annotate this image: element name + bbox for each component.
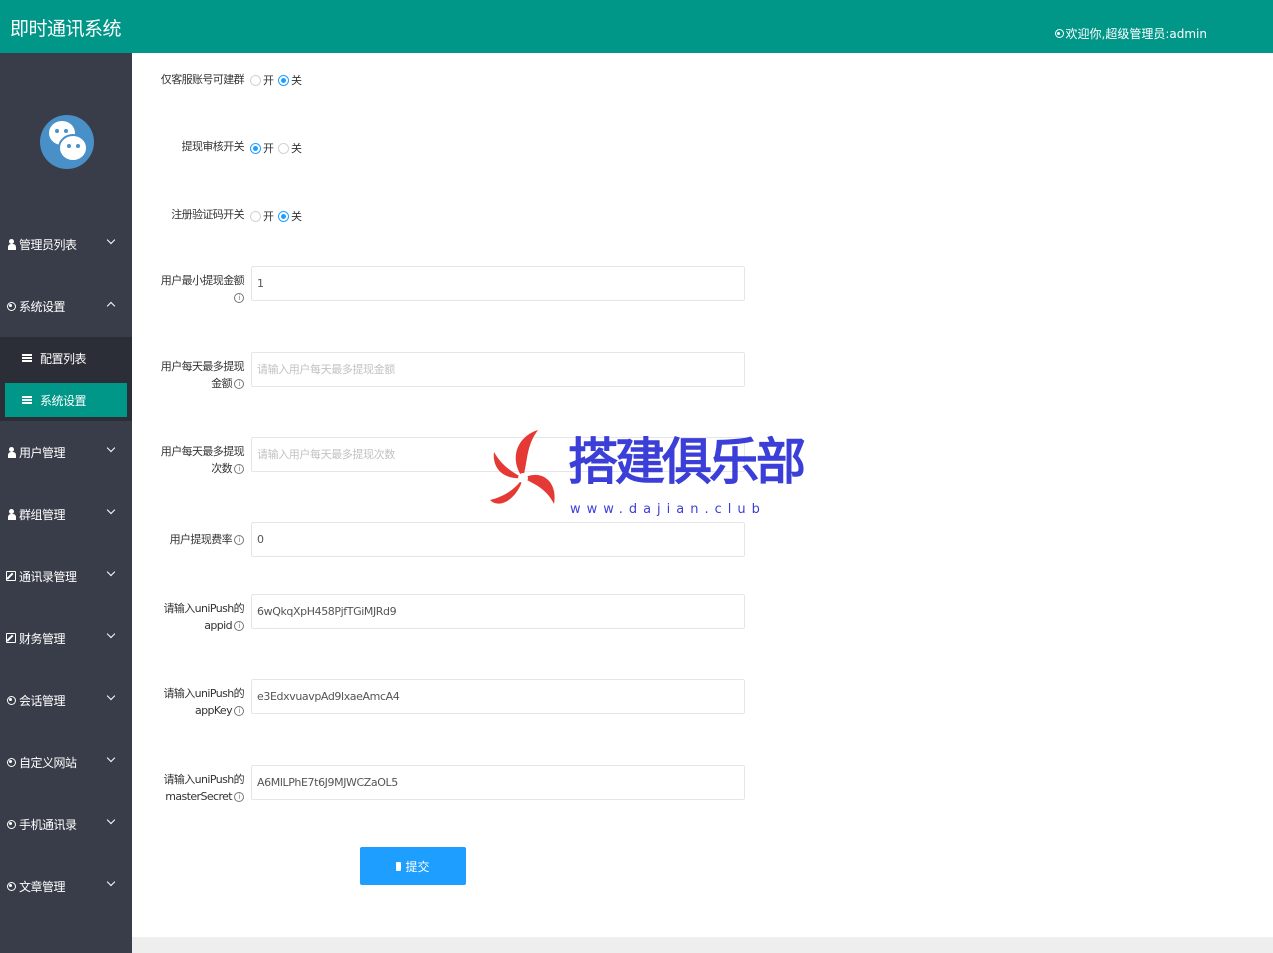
form-label: 用户每天最多提现次数 i — [160, 445, 245, 475]
edit-icon — [6, 633, 16, 643]
radio-off[interactable]: 关 — [278, 72, 302, 88]
sidebar-item-label: 财务管理 — [19, 631, 66, 646]
sidebar-item-label: 管理员列表 — [19, 237, 77, 252]
sidebar-item-label: 文章管理 — [19, 879, 66, 894]
app-title: 即时通讯系统 — [10, 18, 122, 40]
sidebar-subitem-label: 系统设置 — [40, 393, 87, 408]
sidebar-item-article-management[interactable]: 文章管理 — [0, 866, 132, 906]
radio-group: 开 关 — [250, 208, 306, 224]
unipush-appid-input[interactable] — [251, 594, 745, 629]
sidebar-item-label: 会话管理 — [19, 693, 66, 708]
person-icon — [7, 238, 16, 250]
radio-on[interactable]: 开 — [250, 72, 274, 88]
form-label: 用户最小提现金额 i — [160, 274, 245, 303]
sidebar-item-custom-website[interactable]: 自定义网站 — [0, 742, 132, 782]
user-circle-icon — [1054, 29, 1064, 38]
info-icon: i — [234, 621, 244, 631]
chevron-down-icon — [106, 443, 116, 453]
radio-group: 开 关 — [250, 72, 306, 88]
watermark-text: 搭建俱乐部 — [568, 433, 806, 491]
sidebar-item-label: 系统设置 — [19, 299, 66, 314]
info-icon: i — [234, 464, 244, 474]
max-daily-amount-input[interactable] — [251, 352, 745, 387]
settings-circle-icon — [6, 301, 16, 311]
info-icon: i — [234, 293, 244, 303]
location-icon — [6, 757, 16, 767]
chevron-down-icon — [106, 691, 116, 701]
chat-logo-icon — [40, 115, 94, 169]
info-icon: i — [234, 535, 244, 545]
chevron-down-icon — [106, 567, 116, 577]
sidebar-item-label: 通讯录管理 — [19, 569, 77, 584]
group-icon — [7, 508, 16, 520]
chevron-up-icon — [106, 301, 116, 311]
sidebar-item-session-management[interactable]: 会话管理 — [0, 680, 132, 720]
chevron-down-icon — [106, 629, 116, 639]
radio-off[interactable]: 关 — [278, 140, 302, 156]
form-label: 仅客服账号可建群 — [160, 73, 245, 86]
watermark: 搭建俱乐部 www.dajian.club — [488, 428, 806, 523]
withdraw-fee-input[interactable] — [251, 522, 745, 557]
info-icon: i — [234, 706, 244, 716]
chevron-down-icon — [106, 235, 116, 245]
unipush-appkey-input[interactable] — [251, 679, 745, 714]
form-label: 注册验证码开关 — [171, 208, 244, 221]
save-icon — [396, 861, 402, 871]
chevron-down-icon — [106, 815, 116, 825]
list-icon — [22, 354, 32, 362]
info-icon: i — [234, 379, 244, 389]
sidebar-item-label: 手机通讯录 — [19, 817, 77, 832]
watermark-logo-icon — [490, 430, 555, 504]
location-icon — [6, 695, 16, 705]
sidebar-item-contacts-management[interactable]: 通讯录管理 — [0, 556, 132, 596]
radio-group: 开 关 — [250, 140, 306, 156]
sidebar: 管理员列表 系统设置 配置列表 系统设置 用户管理 群组管理 通讯录管理 财务管… — [0, 53, 132, 953]
info-icon: i — [234, 792, 244, 802]
sidebar-item-label: 群组管理 — [19, 507, 66, 522]
sidebar-item-label: 用户管理 — [19, 445, 66, 460]
welcome-text: 欢迎你,超级管理员:admin — [1065, 27, 1207, 41]
watermark-url: www.dajian.club — [570, 502, 766, 517]
edit-icon — [6, 571, 16, 581]
sidebar-item-user-management[interactable]: 用户管理 — [0, 432, 132, 472]
min-withdraw-input[interactable] — [251, 266, 745, 301]
chevron-down-icon — [106, 877, 116, 887]
sidebar-subitem-label: 配置列表 — [40, 351, 87, 366]
sidebar-subitem-system-settings[interactable]: 系统设置 — [5, 383, 127, 417]
person-icon — [7, 446, 16, 458]
location-icon — [6, 819, 16, 829]
top-header: 即时通讯系统 欢迎你,超级管理员:admin — [0, 0, 1273, 53]
unipush-mastersecret-input[interactable] — [251, 765, 745, 800]
sidebar-item-label: 自定义网站 — [19, 755, 77, 770]
sidebar-item-phone-contacts[interactable]: 手机通讯录 — [0, 804, 132, 844]
form-label: 请输入uniPush的masterSecret i — [163, 773, 244, 803]
form-label: 提现审核开关 — [181, 140, 245, 153]
sidebar-item-finance-management[interactable]: 财务管理 — [0, 618, 132, 658]
submit-button[interactable]: 提交 — [360, 847, 466, 885]
chevron-down-icon — [106, 753, 116, 763]
welcome-user[interactable]: 欢迎你,超级管理员:admin — [1054, 25, 1207, 42]
radio-off[interactable]: 关 — [278, 208, 302, 224]
form-label: 用户提现费率 i — [154, 531, 244, 548]
sidebar-item-group-management[interactable]: 群组管理 — [0, 494, 132, 534]
footer-strip — [132, 937, 1273, 953]
sidebar-item-admin-list[interactable]: 管理员列表 — [0, 224, 132, 264]
list-icon — [22, 396, 32, 404]
radio-on[interactable]: 开 — [250, 140, 274, 156]
location-icon — [6, 881, 16, 891]
chevron-down-icon — [106, 505, 116, 515]
form-label: 用户每天最多提现金额 i — [160, 360, 245, 390]
sidebar-subitem-config-list[interactable]: 配置列表 — [5, 341, 127, 375]
form-label: 请输入uniPush的appKey i — [163, 687, 244, 717]
sidebar-item-system-settings[interactable]: 系统设置 — [0, 286, 132, 326]
radio-on[interactable]: 开 — [250, 208, 274, 224]
form-label: 请输入uniPush的appid i — [163, 602, 244, 632]
